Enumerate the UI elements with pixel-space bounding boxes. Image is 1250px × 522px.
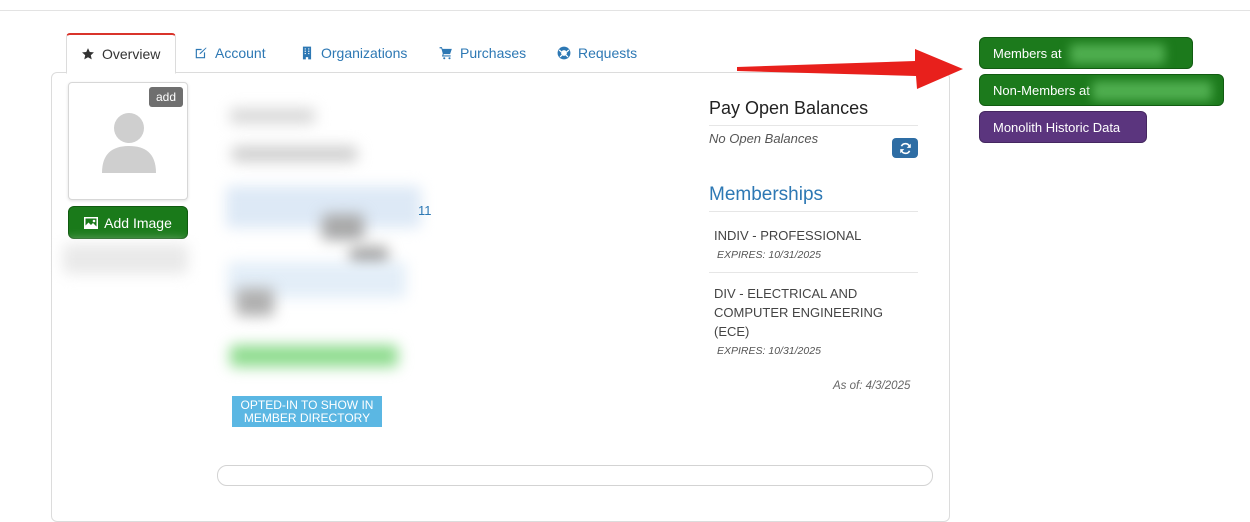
membership-name-line: COMPUTER ENGINEERING xyxy=(714,305,884,320)
redacted-org-name xyxy=(1070,44,1165,64)
star-icon xyxy=(82,48,94,60)
contact-fragment[interactable]: 11 xyxy=(418,203,432,218)
profile-photo: add xyxy=(68,82,188,200)
membership-expiry: EXPIRES: 10/31/2025 xyxy=(717,345,821,357)
tab-organizations[interactable]: Organizations xyxy=(286,33,421,73)
tab-overview[interactable]: Overview xyxy=(66,33,176,74)
redacted-field xyxy=(322,214,364,240)
redacted-field xyxy=(230,108,315,124)
membership-name: DIV - ELECTRICAL AND COMPUTER ENGINEERIN… xyxy=(714,284,883,341)
membership-name: INDIV - PROFESSIONAL xyxy=(714,228,862,243)
directory-opt-in-badge: OPTED-IN TO SHOW IN MEMBER DIRECTORY xyxy=(232,396,382,427)
redacted-field xyxy=(236,288,274,316)
avatar-placeholder-icon xyxy=(102,113,156,173)
tab-label: Organizations xyxy=(321,45,408,61)
non-members-at-button[interactable]: Non-Members at xyxy=(979,74,1224,106)
membership-expiry: EXPIRES: 10/31/2025 xyxy=(717,249,821,261)
divider xyxy=(709,272,918,273)
as-of-date: As of: 4/3/2025 xyxy=(833,380,911,392)
non-members-at-label: Non-Members at xyxy=(993,82,1090,98)
refresh-button[interactable] xyxy=(892,138,918,158)
add-image-label: Add Image xyxy=(104,214,172,231)
membership-name-line: DIV - ELECTRICAL AND xyxy=(714,286,858,301)
tab-label: Account xyxy=(215,45,266,61)
cart-icon xyxy=(439,47,452,60)
redacted-status xyxy=(230,345,398,367)
historic-data-label: Monolith Historic Data xyxy=(993,119,1121,135)
add-photo-badge[interactable]: add xyxy=(148,87,183,107)
building-icon xyxy=(302,46,312,60)
refresh-icon xyxy=(899,142,911,154)
redacted-field xyxy=(232,146,357,162)
badge-line: MEMBER DIRECTORY xyxy=(243,411,371,425)
divider xyxy=(709,211,918,212)
tab-account[interactable]: Account xyxy=(180,33,280,73)
annotation-arrow-icon xyxy=(737,49,963,89)
tab-purchases[interactable]: Purchases xyxy=(425,33,540,73)
redacted-name xyxy=(63,244,188,274)
memberships-title: Memberships xyxy=(709,184,824,205)
members-at-button[interactable]: Members at xyxy=(979,37,1193,69)
redacted-org-name xyxy=(1092,81,1212,101)
membership-name-line: (ECE) xyxy=(714,324,750,339)
image-icon xyxy=(84,216,99,229)
divider xyxy=(709,125,918,126)
edit-icon xyxy=(195,47,207,59)
tab-label: Overview xyxy=(102,46,161,62)
tab-requests[interactable]: Requests xyxy=(543,33,651,73)
add-image-button[interactable]: Add Image xyxy=(68,206,188,239)
top-divider xyxy=(0,10,1250,11)
empty-section-bar xyxy=(217,465,933,486)
tab-label: Purchases xyxy=(460,45,527,61)
balances-status: No Open Balances xyxy=(709,131,819,146)
pay-balances-title: Pay Open Balances xyxy=(709,98,869,118)
members-at-label: Members at xyxy=(993,45,1062,61)
lifebuoy-icon xyxy=(557,46,571,60)
tab-label: Requests xyxy=(578,45,638,61)
monolith-historic-data-button[interactable]: Monolith Historic Data xyxy=(979,111,1147,143)
